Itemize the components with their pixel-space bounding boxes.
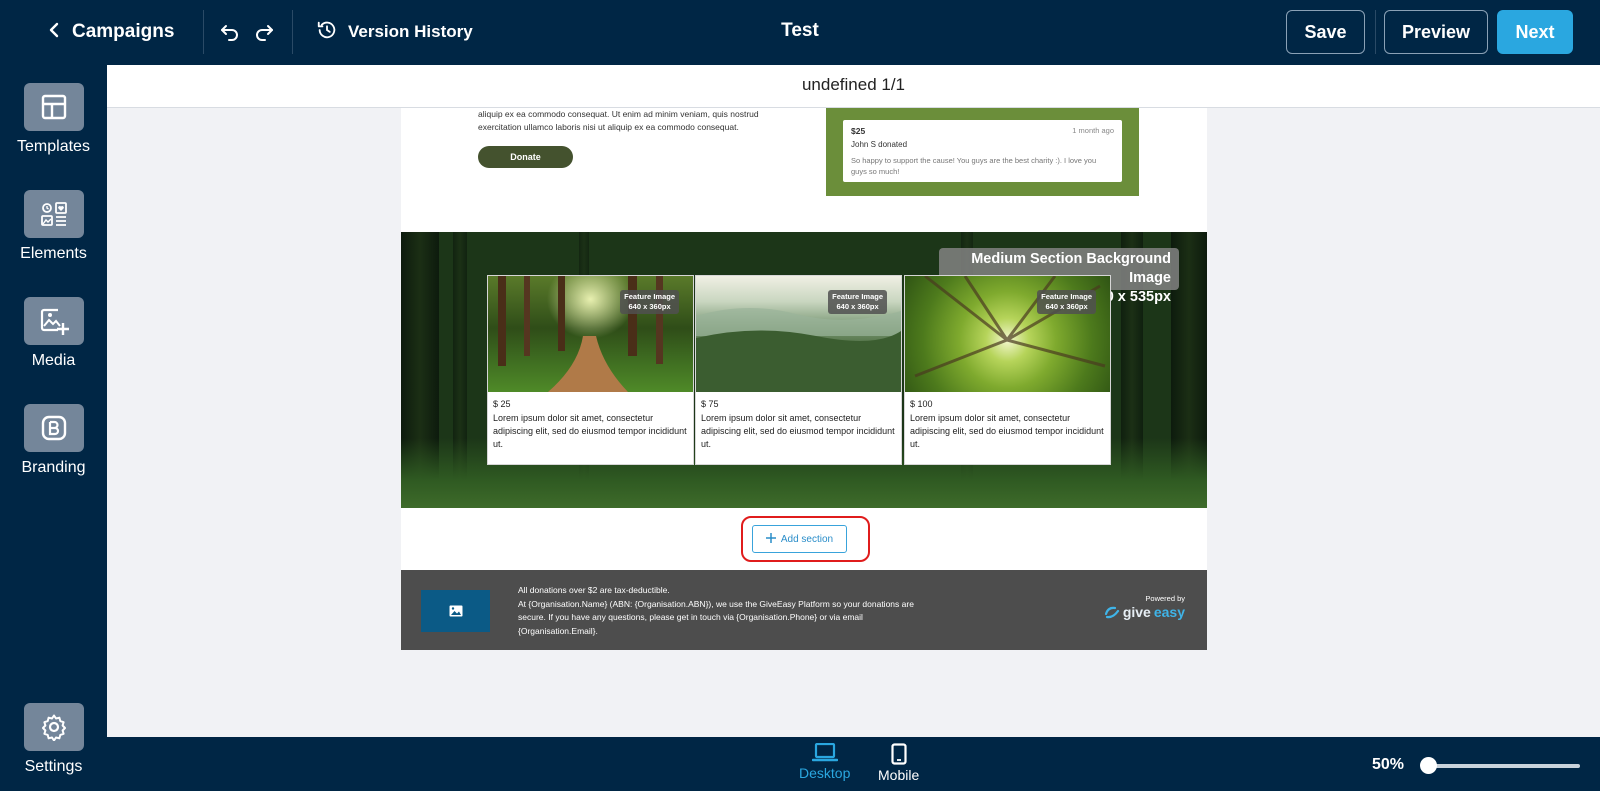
feature-image-size-tag: Feature Image 640 x 360px bbox=[828, 290, 887, 314]
branding-icon bbox=[23, 404, 84, 452]
sidebar-item-media[interactable]: Media bbox=[0, 297, 107, 370]
sidebar-item-templates[interactable]: Templates bbox=[0, 83, 107, 156]
intro-paragraph: aliquip ex ea commodo consequat. Ut enim… bbox=[478, 109, 759, 132]
back-label: Campaigns bbox=[72, 21, 175, 42]
organisation-logo-placeholder[interactable] bbox=[421, 590, 490, 632]
sidebar-item-settings[interactable]: Settings bbox=[0, 703, 107, 776]
feature-image-size-tag: Feature Image 640 x 360px bbox=[1037, 290, 1096, 314]
giveeasy-logo: give easy bbox=[1104, 604, 1185, 620]
feature-tag-size: 640 x 360px bbox=[836, 302, 879, 311]
feature-amount: $ 25 bbox=[493, 399, 511, 409]
redo-button[interactable] bbox=[252, 20, 276, 44]
donation-time: 1 month ago bbox=[1072, 126, 1114, 135]
email-footer[interactable]: All donations over $2 are tax-deductible… bbox=[401, 570, 1207, 650]
feature-amount: $ 75 bbox=[701, 399, 719, 409]
mobile-view-button[interactable]: Mobile bbox=[878, 743, 919, 783]
feature-description: Lorem ipsum dolor sit amet, consectetur … bbox=[701, 413, 895, 449]
donate-button[interactable]: Donate bbox=[478, 146, 573, 168]
next-button[interactable]: Next bbox=[1497, 10, 1573, 54]
sidebar-item-label: Templates bbox=[17, 138, 90, 155]
version-history-label: Version History bbox=[348, 22, 473, 41]
toolbar-divider bbox=[292, 10, 293, 54]
laptop-icon bbox=[811, 743, 838, 762]
sidebar-item-label: Branding bbox=[21, 459, 86, 476]
feature-description: Lorem ipsum dolor sit amet, consectetur … bbox=[493, 413, 687, 449]
footer-line-1: All donations over $2 are tax-deductible… bbox=[518, 585, 670, 595]
feature-tag-size: 640 x 360px bbox=[1045, 302, 1088, 311]
zoom-level: 50% bbox=[1372, 756, 1405, 773]
footer-line-2: At {Organisation.Name} (ABN: {Organisati… bbox=[518, 598, 914, 636]
gear-icon bbox=[23, 703, 84, 751]
feature-image-forest-path[interactable]: Feature Image 640 x 360px bbox=[488, 276, 693, 392]
sidebar-item-label: Media bbox=[31, 352, 76, 369]
save-button[interactable]: Save bbox=[1286, 10, 1365, 54]
zoom-slider[interactable] bbox=[1427, 764, 1580, 768]
preview-button[interactable]: Preview bbox=[1384, 10, 1488, 54]
feature-image-valley[interactable]: Feature Image 640 x 360px bbox=[696, 276, 901, 392]
toolbar-divider bbox=[203, 10, 204, 54]
history-icon bbox=[316, 19, 338, 46]
medium-section-background[interactable]: Medium Section Background Image 1440 x 5… bbox=[401, 232, 1207, 508]
donations-feed-panel: $25 1 month ago John S donated So happy … bbox=[826, 108, 1139, 196]
undo-icon bbox=[221, 25, 238, 41]
brand-give: give bbox=[1122, 604, 1151, 620]
undo-button[interactable] bbox=[218, 20, 242, 44]
donation-donor: John S donated bbox=[851, 140, 908, 149]
add-image-icon bbox=[23, 297, 84, 345]
top-bar: Campaigns Version History Test Save Prev… bbox=[0, 0, 1600, 65]
powered-by-label: Powered by bbox=[1145, 594, 1185, 603]
donation-card: $25 1 month ago John S donated So happy … bbox=[843, 120, 1122, 182]
feature-tag-title: Feature Image bbox=[624, 292, 675, 301]
giveeasy-swirl-icon bbox=[1104, 606, 1119, 619]
intro-section[interactable]: aliquip ex ea commodo consequat. Ut enim… bbox=[401, 108, 1207, 232]
sidebar-item-elements[interactable]: Elements bbox=[0, 190, 107, 263]
elements-icon bbox=[23, 190, 84, 238]
page-indicator: undefined 1/1 bbox=[107, 65, 1600, 108]
feature-tag-title: Feature Image bbox=[832, 292, 883, 301]
feature-card[interactable]: Feature Image 640 x 360px $ 100 Lorem ip… bbox=[904, 275, 1111, 465]
add-section-area: Add section bbox=[401, 508, 1207, 570]
feature-tag-size: 640 x 360px bbox=[628, 302, 671, 311]
feature-card[interactable]: Feature Image 640 x 360px $ 25 Lorem ips… bbox=[487, 275, 694, 465]
add-section-button[interactable]: Add section bbox=[752, 525, 847, 553]
toolbar-divider bbox=[1375, 10, 1376, 54]
settings-label: Settings bbox=[24, 758, 83, 775]
powered-by-giveeasy: Powered by give easy bbox=[1104, 594, 1185, 620]
bottom-bar: Desktop Mobile 50% bbox=[107, 737, 1600, 791]
feature-amount: $ 100 bbox=[910, 399, 933, 409]
layout-icon bbox=[23, 83, 84, 131]
feature-tag-title: Feature Image bbox=[1041, 292, 1092, 301]
mobile-label: Mobile bbox=[878, 767, 920, 783]
feature-description: Lorem ipsum dolor sit amet, consectetur … bbox=[910, 413, 1104, 449]
image-icon bbox=[449, 605, 462, 617]
donation-message: So happy to support the cause! You guys … bbox=[851, 156, 1097, 176]
desktop-view-button[interactable]: Desktop bbox=[799, 743, 850, 781]
add-section-label: Add section bbox=[780, 533, 834, 545]
back-to-campaigns-button[interactable]: Campaigns bbox=[48, 18, 174, 46]
redo-icon bbox=[256, 25, 273, 41]
feature-image-canopy[interactable]: Feature Image 640 x 360px bbox=[905, 276, 1110, 392]
email-page-preview: aliquip ex ea commodo consequat. Ut enim… bbox=[401, 108, 1207, 655]
phone-icon bbox=[891, 743, 907, 765]
feature-card[interactable]: Feature Image 640 x 360px $ 75 Lorem ips… bbox=[695, 275, 902, 465]
chevron-left-icon bbox=[48, 22, 60, 43]
feature-image-size-tag: Feature Image 640 x 360px bbox=[620, 290, 679, 314]
zoom-slider-handle[interactable] bbox=[1420, 757, 1437, 774]
plus-icon bbox=[765, 532, 776, 546]
editor-canvas: undefined 1/1 aliquip ex ea commodo cons… bbox=[107, 65, 1600, 737]
sidebar-item-label: Elements bbox=[20, 245, 87, 262]
sidebar: Templates Elements Media Branding Settin… bbox=[0, 65, 107, 791]
desktop-label: Desktop bbox=[799, 765, 851, 781]
sidebar-item-branding[interactable]: Branding bbox=[0, 404, 107, 477]
version-history-button[interactable]: Version History bbox=[316, 18, 473, 46]
footer-disclaimer: All donations over $2 are tax-deductible… bbox=[518, 584, 938, 638]
brand-easy: easy bbox=[1153, 604, 1185, 620]
